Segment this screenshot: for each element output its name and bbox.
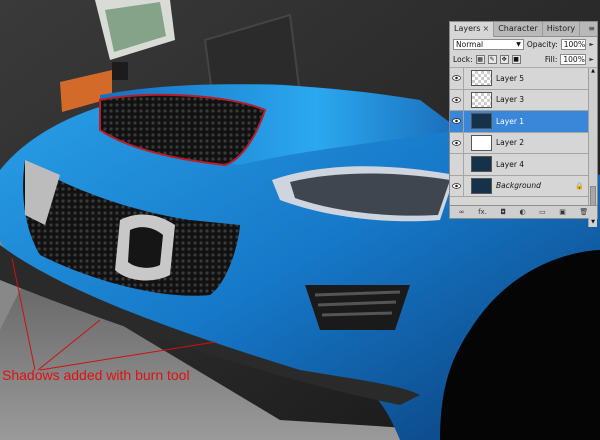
layer-name: Background [496,181,541,191]
close-icon[interactable]: × [482,24,489,33]
blend-row: Normal ▼ Opacity: 100% ► [450,37,597,52]
lock-label: Lock: [453,55,473,64]
blend-mode-value: Normal [456,40,484,49]
tab-history-label: History [546,24,576,33]
eye-icon [452,183,461,189]
layers-scrollbar[interactable]: ▲ ▼ [588,68,597,227]
layer-thumbnail [471,177,492,194]
panel-tabs: Layers × Character History ≡ [450,22,597,37]
layer-thumbnail [471,156,492,173]
adjustment-icon[interactable]: ◐ [519,208,525,216]
layers-panel: Layers × Character History ≡ Normal ▼ Opa… [449,21,598,227]
layer-row[interactable]: Layer 1 [450,110,589,133]
eye-icon [452,97,461,103]
tab-layers[interactable]: Layers × [450,22,495,37]
lock-pixels-icon[interactable]: ✎ [487,55,497,64]
lock-all-icon[interactable]: ■ [511,55,521,64]
eye-icon [452,118,461,124]
visibility-toggle[interactable] [450,153,464,175]
layer-row[interactable]: Layer 3 [450,89,589,111]
fill-input[interactable]: 100% [560,54,587,65]
layer-thumbnail [471,134,492,151]
fill-slider-icon[interactable]: ► [589,56,594,63]
visibility-toggle[interactable] [450,110,464,132]
layer-name: Layer 4 [496,159,525,169]
layer-name: Layer 3 [496,95,525,105]
visibility-toggle[interactable] [450,175,464,197]
layers-bottom-bar: ∞ fx. ◘ ◐ ▭ ▣ 🗑 [450,205,597,218]
eye-icon [452,75,461,81]
panel-menu-icon[interactable]: ≡ [588,24,595,33]
group-icon[interactable]: ▭ [539,208,546,216]
tab-character-label: Character [498,24,538,33]
layers-list: Layer 5 Layer 3 Layer 1 Layer 2 Layer 4 Backg… [450,67,589,227]
opacity-input[interactable]: 100% [560,39,587,50]
opacity-slider-icon[interactable]: ► [589,41,594,48]
layer-row[interactable]: Layer 4 [450,153,589,176]
layer-name: Layer 1 [496,116,525,126]
layer-row[interactable]: Layer 2 [450,132,589,154]
visibility-toggle[interactable] [450,67,464,89]
visibility-toggle[interactable] [450,132,464,154]
lock-position-icon[interactable]: ✥ [499,55,509,64]
blend-mode-select[interactable]: Normal ▼ [453,39,524,50]
fill-label: Fill: [544,55,558,64]
lock-transparency-icon[interactable]: ▦ [475,55,485,64]
trash-icon[interactable]: 🗑 [579,208,588,216]
layer-thumbnail [471,113,492,130]
layer-row[interactable]: Background 🔒 [450,175,589,197]
fx-icon[interactable]: fx. [478,208,487,216]
scroll-up-icon[interactable]: ▲ [589,68,597,76]
layer-thumbnail [471,91,492,108]
lock-row: Lock: ▦ ✎ ✥ ■ Fill: 100% ► [450,52,597,68]
new-layer-icon[interactable]: ▣ [559,208,566,216]
tab-history[interactable]: History [543,22,581,36]
opacity-label: Opacity: [526,40,558,49]
lock-icon: 🔒 [575,181,584,190]
chevron-down-icon: ▼ [516,41,521,48]
tab-layers-label: Layers [454,24,481,33]
layer-thumbnail [471,70,492,87]
visibility-toggle[interactable] [450,89,464,111]
annotation-text: Shadows added with burn tool [2,367,190,383]
layer-name: Layer 2 [496,138,525,148]
link-icon[interactable]: ∞ [459,208,465,216]
mask-icon[interactable]: ◘ [500,208,506,216]
layer-name: Layer 5 [496,73,525,83]
layer-row[interactable]: Layer 5 [450,67,589,90]
eye-icon [452,140,461,146]
scroll-down-icon[interactable]: ▼ [589,219,597,227]
tab-character[interactable]: Character [494,22,543,36]
